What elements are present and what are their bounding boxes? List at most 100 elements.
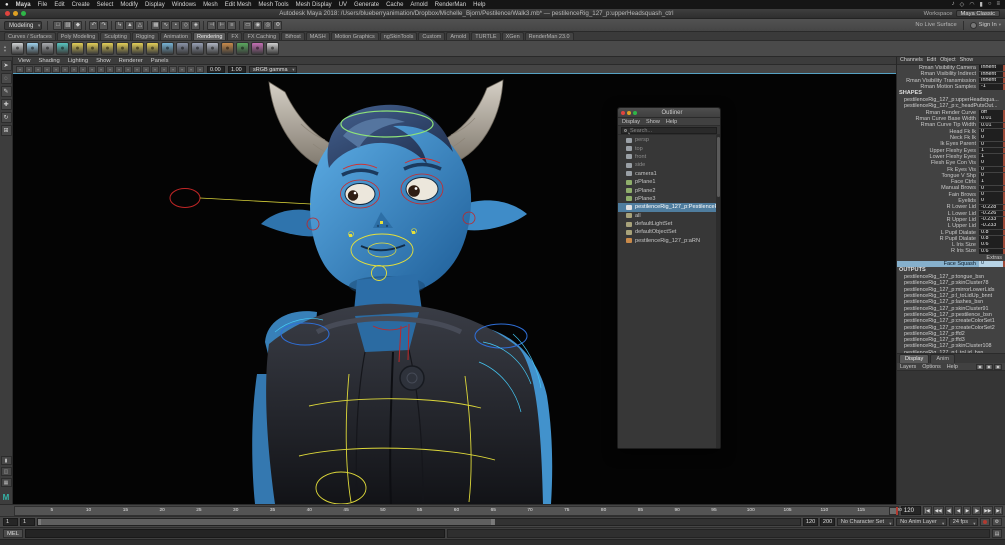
lighting-icon[interactable]: ▫ [142,65,150,73]
grease-pencil-icon[interactable]: ▫ [70,65,78,73]
channel-row[interactable]: Head Fk Ik 0 [897,129,1005,135]
channel-row[interactable]: R Pupil Dialate 0.8 [897,236,1005,242]
channel-value-field[interactable]: 0.8 [979,229,1005,236]
macos-menu-file[interactable]: File [38,2,48,8]
shelf-tab-rigging[interactable]: Rigging [131,32,159,40]
go-to-start-button[interactable]: |◀ [922,506,932,515]
input-connections-icon[interactable]: ⊣ [207,20,217,30]
range-handle-right[interactable] [491,519,495,525]
channel-label[interactable]: Fk Eyes Vis [897,167,979,173]
channel-value-field[interactable]: 0 [979,173,1005,179]
outliner-item[interactable]: pestilenceRig_127_p:PestilenceRig_ [618,203,720,212]
lasso-tool[interactable]: ◌ [0,73,12,84]
channel-value-field[interactable]: 0 [979,135,1005,141]
channel-label[interactable]: Rman Curve Base Width [897,116,979,122]
outliner-item[interactable]: pPlane3 [618,195,720,203]
shelf-tab-curves-surfaces[interactable]: Curves / Surfaces [4,32,56,40]
channel-label[interactable]: L Pupil Dialate [897,230,979,236]
shelf-tab-xgen[interactable]: XGen [501,32,524,40]
multisample-icon[interactable]: ▫ [178,65,186,73]
channel-value-field[interactable]: -1 [979,84,1005,90]
auto-keyframe-button[interactable] [980,518,990,526]
select-component-icon[interactable]: △ [135,20,145,30]
shelf-tab-poly-modeling[interactable]: Poly Modeling [56,32,100,40]
ambient-light-button[interactable]: ● [70,42,84,55]
grid-icon[interactable]: ▫ [79,65,87,73]
range-handle-left[interactable] [38,519,41,525]
channel-label[interactable]: Rman Curve Tip Width [897,122,979,128]
channel-label[interactable]: Rman Visibility Transmission [897,78,979,84]
channel-value-field[interactable]: 0.6 [979,248,1005,255]
safe-action-icon[interactable]: ▫ [115,65,123,73]
channel-label[interactable]: R Lower Lid [897,204,979,210]
toon-outline-button[interactable]: ● [265,42,279,55]
fps-dropdown[interactable]: 24 fps [948,518,978,527]
outliner-item[interactable]: top [618,144,720,152]
channel-value-field[interactable]: 0.01 [979,122,1005,129]
channel-label[interactable]: Ik Eyes Parent [897,141,979,147]
shelf-arrows[interactable]: ▲ ▼ [3,45,7,53]
channel-row[interactable]: Lower Fleshy Eyes 1 [897,154,1005,160]
shelf-tab-motion-graphics[interactable]: Motion Graphics [330,32,379,40]
macos-menu-select[interactable]: Select [97,2,114,8]
close-icon[interactable] [621,110,625,115]
channel-value-field[interactable]: 0 [979,166,1005,173]
paint-selection-tool[interactable]: ✎ [0,86,12,97]
shelf-tab-animation[interactable]: Animation [159,32,193,40]
channel-value-field[interactable]: 0 [979,128,1005,135]
channel-label[interactable]: Rman Motion Samples [897,84,979,90]
open-render-view-icon[interactable]: ▭ [243,20,253,30]
resolution-gate-icon[interactable]: ▫ [97,65,105,73]
render-settings-icon[interactable]: ⚙ [273,20,283,30]
outliner-search-input[interactable]: Search... [621,126,717,134]
panel-menu-shading[interactable]: Shading [38,58,59,64]
shelf-tab-bifrost[interactable]: Bifrost [281,32,305,40]
view-transform-dropdown[interactable]: sRGB gamma [249,65,297,73]
channel-label[interactable]: Manual Brows [897,185,979,191]
channel-row[interactable]: Face Ctrls 1 [897,179,1005,185]
channel-label[interactable]: Neck Fk Ik [897,135,979,141]
hypershade-button[interactable]: ● [55,42,69,55]
command-input[interactable] [25,529,445,538]
channel-value-field[interactable]: Inherit [979,71,1005,78]
channel-label[interactable]: Tongue V Shp [897,173,979,179]
panel-menu-view[interactable]: View [18,58,30,64]
shading-group-button[interactable]: ● [160,42,174,55]
channel-row[interactable]: Tongue V Shp 0 [897,173,1005,179]
channel-row[interactable]: Eyelids 0 [897,198,1005,204]
animation-end-field[interactable]: 200 [819,518,835,526]
ipr-render-button[interactable]: ● [25,42,39,55]
bookmark-icon[interactable]: ▫ [43,65,51,73]
channel-value-field[interactable]: 0.8 [979,236,1005,242]
macos-menu-create[interactable]: Create [72,2,90,8]
outliner-item[interactable]: defaultObjectSet [618,228,720,236]
lambert-material-button[interactable]: ● [190,42,204,55]
exposure-field[interactable]: 0.00 [207,65,225,73]
volume-icon[interactable]: ♪ [952,1,955,8]
channel-row[interactable]: Extras [897,255,1005,261]
channel-row[interactable]: Rman Visibility Indirect Inherit [897,71,1005,77]
macos-menu-mesh[interactable]: Mesh [203,2,218,8]
macos-menu-uv[interactable]: UV [339,2,347,8]
channel-row[interactable]: Rman Visibility Camera Inherit [897,65,1005,71]
channel-value-field[interactable]: 0 [979,185,1005,192]
gate-mask-icon[interactable]: ▫ [106,65,114,73]
channel-label[interactable]: Rman Visibility Camera [897,65,979,71]
step-forward-key-button[interactable]: ▶▶ [982,506,994,515]
directional-light-button[interactable]: ● [85,42,99,55]
playback-start-field[interactable]: 1 [20,518,35,526]
channel-label[interactable]: L Upper Lid [897,223,979,229]
range-slider-bar[interactable] [38,519,496,525]
channel-value-field[interactable]: 1 [979,154,1005,160]
macos-menu-renderman[interactable]: RenderMan [435,2,466,8]
outliner-item[interactable]: camera1 [618,170,720,178]
snap-point-icon[interactable]: • [171,20,181,30]
channel-row[interactable]: Rman Render Curve off [897,110,1005,116]
shelf-tab-arnold[interactable]: Arnold [446,32,471,40]
outliner-item[interactable]: defaultLightSet [618,220,720,228]
go-to-end-button[interactable]: ▶| [994,506,1003,515]
channel-node-name[interactable]: pestilenceRig_127_p:createColorSet2 [897,325,1005,331]
new-empty-layer-button[interactable]: ▣ [976,363,984,370]
channel-value-field[interactable]: -0.226 [979,210,1005,217]
channel-value-field[interactable]: 0 [979,261,1005,267]
